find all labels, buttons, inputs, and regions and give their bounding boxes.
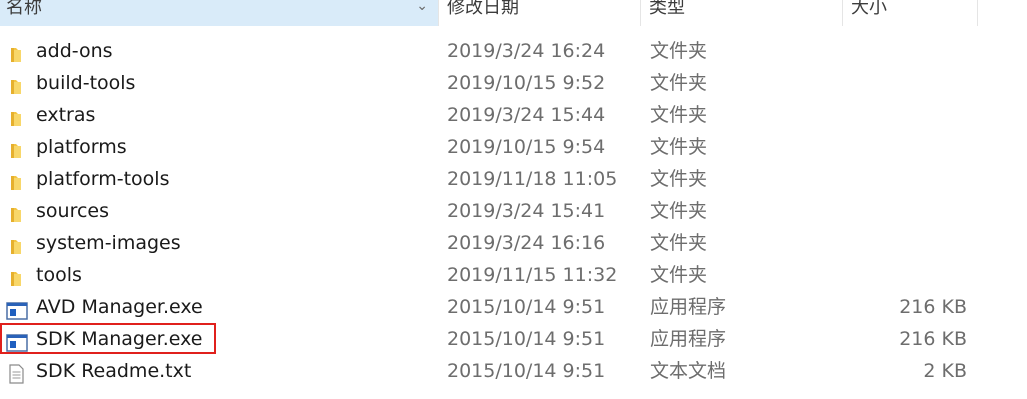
file-type: 文件夹 [650, 232, 708, 254]
file-date-modified: 2019/3/24 15:41 [447, 200, 606, 222]
file-type: 应用程序 [650, 296, 727, 318]
file-name: extras [36, 104, 96, 126]
column-header-date[interactable]: 修改日期 [438, 0, 640, 26]
file-type: 文件夹 [650, 168, 708, 190]
text-document-icon [6, 362, 26, 384]
file-date-modified: 2019/11/15 11:32 [447, 264, 618, 286]
column-header-type-label: 类型 [649, 0, 685, 18]
file-row[interactable]: platforms 2019/10/15 9:54 文件夹 [0, 131, 1027, 163]
file-name: platforms [36, 136, 127, 158]
file-name: platform-tools [36, 168, 170, 190]
file-name: tools [36, 264, 82, 286]
file-date-modified: 2019/3/24 16:24 [447, 40, 606, 62]
file-type: 文件夹 [650, 72, 708, 94]
column-header-bar: 名称 ⌄ 修改日期 类型 大小 [0, 0, 1027, 26]
file-row[interactable]: add-ons 2019/3/24 16:24 文件夹 [0, 35, 1027, 67]
file-row[interactable]: sources 2019/3/24 15:41 文件夹 [0, 195, 1027, 227]
sort-chevron-icon: ⌄ [416, 0, 428, 14]
file-date-modified: 2019/3/24 15:44 [447, 104, 606, 126]
file-date-modified: 2019/11/18 11:05 [447, 168, 618, 190]
column-header-size-label: 大小 [851, 0, 887, 18]
file-type: 文件夹 [650, 40, 708, 62]
folder-icon [6, 170, 26, 190]
folder-icon [6, 138, 26, 158]
file-row[interactable]: extras 2019/3/24 15:44 文件夹 [0, 99, 1027, 131]
column-header-name-label: 名称 [6, 0, 42, 18]
column-header-date-label: 修改日期 [447, 0, 519, 18]
file-name: SDK Manager.exe [36, 328, 203, 350]
folder-icon [6, 234, 26, 254]
file-date-modified: 2015/10/14 9:51 [447, 360, 606, 382]
file-list: add-ons 2019/3/24 16:24 文件夹 build-tools 2019… [0, 35, 1027, 387]
file-size: 2 KB [923, 360, 967, 382]
file-row[interactable]: SDK Manager.exe 2015/10/14 9:51 应用程序 216 KB [0, 323, 1027, 355]
file-name: system-images [36, 232, 181, 254]
file-date-modified: 2019/3/24 16:16 [447, 232, 606, 254]
column-header-size[interactable]: 大小 [842, 0, 978, 26]
application-icon [6, 330, 28, 352]
file-name: SDK Readme.txt [36, 360, 192, 382]
file-date-modified: 2015/10/14 9:51 [447, 328, 606, 350]
file-type: 文件夹 [650, 104, 708, 126]
file-name: AVD Manager.exe [36, 296, 203, 318]
file-size: 216 KB [899, 296, 967, 318]
file-row[interactable]: platform-tools 2019/11/18 11:05 文件夹 [0, 163, 1027, 195]
folder-icon [6, 266, 26, 286]
file-name: add-ons [36, 40, 113, 62]
file-type: 文件夹 [650, 136, 708, 158]
file-type: 文件夹 [650, 200, 708, 222]
file-date-modified: 2015/10/14 9:51 [447, 296, 606, 318]
file-name: build-tools [36, 72, 136, 94]
application-icon [6, 298, 28, 320]
file-date-modified: 2019/10/15 9:54 [447, 136, 606, 158]
file-row[interactable]: SDK Readme.txt 2015/10/14 9:51 文本文档 2 KB [0, 355, 1027, 387]
file-name: sources [36, 200, 109, 222]
folder-icon [6, 74, 26, 94]
file-row[interactable]: tools 2019/11/15 11:32 文件夹 [0, 259, 1027, 291]
file-type: 应用程序 [650, 328, 727, 350]
folder-icon [6, 106, 26, 126]
file-row[interactable]: AVD Manager.exe 2015/10/14 9:51 应用程序 216 KB [0, 291, 1027, 323]
file-type: 文件夹 [650, 264, 708, 286]
column-header-type[interactable]: 类型 [640, 0, 842, 26]
file-row[interactable]: build-tools 2019/10/15 9:52 文件夹 [0, 67, 1027, 99]
file-row[interactable]: system-images 2019/3/24 16:16 文件夹 [0, 227, 1027, 259]
file-size: 216 KB [899, 328, 967, 350]
column-header-name[interactable]: 名称 ⌄ [0, 0, 438, 26]
folder-icon [6, 42, 26, 62]
folder-icon [6, 202, 26, 222]
file-date-modified: 2019/10/15 9:52 [447, 72, 606, 94]
file-type: 文本文档 [650, 360, 727, 382]
